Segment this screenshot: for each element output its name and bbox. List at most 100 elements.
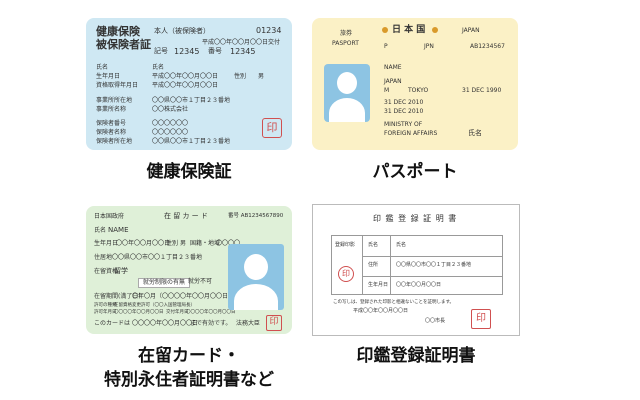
passport-country-en: JAPAN [462,27,480,34]
health-office-addr-value: 〇〇県〇〇市１丁目２３番地 [152,97,231,104]
health-kigo: 12345 [174,47,200,56]
health-insurer-no-label: 保険者番号 [96,120,127,127]
seal-cert-col-divider-2 [390,236,391,294]
passport-dot-left [382,27,388,33]
passport-dob: 31 DEC 1990 [462,87,502,94]
residence-card: 日本国政府 在 留 カ ー ド 番号 AB1234567890 氏名 NAME … [86,206,292,334]
residence-validity-label: このカードは [94,320,131,327]
passport-birthplace: TOKYO [408,87,429,94]
residence-caption-line1: 在留カード・ [138,346,240,366]
residence-addr-label: 住居地 [94,254,113,261]
health-issued: 平成〇〇年〇〇月〇〇日交付 [202,39,281,46]
seal-cert-caption: 印鑑登録証明書 [356,346,476,366]
health-insurer-no-value: 〇〇〇〇〇〇 [152,120,189,127]
residence-issue-date-value: 〇〇〇〇年〇〇月〇〇日 [186,310,236,315]
passport-signature: 氏名 [468,129,482,137]
health-bango: 12345 [230,47,256,56]
passport-type-label: 旅券 [340,30,353,37]
residence-permit-date-value: 〇〇〇〇年〇〇月〇〇日 [114,310,164,315]
health-insurer-addr-label: 保険者所在地 [96,138,133,145]
residence-dob-value: 〇〇年〇〇月〇〇日 [116,240,171,247]
residence-work-value: 就労不可 [188,278,213,285]
seal-cert-table: 登録印影 氏名 氏名 住所 〇〇県〇〇市〇〇１丁目２３番地 生年月日 〇〇年〇〇… [331,235,503,295]
health-office-name-value: 〇〇株式会社 [152,106,189,113]
health-qual-value: 平成〇〇年〇〇月〇〇日 [152,82,219,89]
seal-cert-row3-col3: 〇〇年〇〇月〇〇日 [396,282,442,288]
residence-photo-body [234,284,278,310]
passport-authority-1: MINISTRY OF [384,121,423,128]
passport-type-en: PASPORT [332,40,359,47]
health-dob-label: 生年月日 [96,73,121,80]
health-sex-label: 性別 [234,73,247,80]
seal-cert-title: 印 鑑 登 録 証 明 書 [373,214,458,223]
residence-dob-label: 生年月日 [94,240,119,247]
residence-sex-label: 性別 [166,240,179,247]
seal-cert-row1-col1: 登録印影 [335,242,356,248]
health-dob-value: 平成〇〇年〇〇月〇〇日 [152,73,219,80]
residence-addr-value: 〇〇県〇〇市〇〇１丁目２３番地 [112,254,203,261]
residence-sex-value: 男 [180,240,187,247]
passport-p-code: P [384,43,388,50]
residence-period-value: 〇年〇月（〇〇〇〇年〇〇月〇〇日） [132,293,235,300]
residence-photo [228,244,284,310]
seal-cert-note: この写しは、登録された印影と相違ないことを証明します。 [333,300,455,305]
seal-cert-row-divider-1 [362,256,502,257]
health-caption: 健康保険証 [146,162,232,182]
health-title-line2: 被保険者証 [96,38,151,51]
seal-cert-col-divider-1 [362,236,363,294]
health-sex-value: 男 [258,73,265,80]
seal-cert-mayor-seal: 印 [471,309,491,329]
residence-minister: 法務大臣 [236,320,261,327]
residence-photo-head [244,254,268,280]
passport-authority-2: FOREIGN AFFAIRS [384,130,438,137]
health-name-value: 氏名 [152,64,165,71]
residence-validity-value: 〇〇〇〇年〇〇月〇〇日 [132,320,199,327]
passport-photo-body [329,98,365,122]
residence-permit-value: 在留資格変更許可（〇〇入国管理局長） [114,303,195,308]
seal-cert-date: 平成〇〇年〇〇月〇〇日 [353,308,409,314]
seal-cert-registered-seal: 印 [338,266,354,282]
health-name-label: 氏名 [96,64,109,71]
health-qual-label: 資格取得年月日 [96,82,139,89]
passport-card: 旅券 PASPORT 日 本 国 JAPAN P JPN AB1234567 N… [312,18,518,150]
passport-sex: M [384,87,390,94]
seal-cert-mayor: 〇〇市長 [425,318,446,324]
residence-seal: 印 [266,315,282,331]
seal-cert-row3-col2: 生年月日 [368,282,389,288]
health-honin: 本人（被保険者） [154,27,210,35]
residence-name-value: NAME [108,226,129,234]
health-insurer-name-value: 〇〇〇〇〇〇 [152,129,189,136]
residence-status-value: 留学 [114,267,128,275]
passport-jpn: JPN [424,43,434,50]
passport-caption: パスポート [372,162,458,182]
seal-cert-row1-col2: 氏名 [368,242,379,248]
health-office-name-label: 事業所名称 [96,106,127,113]
seal-cert-row2-col3: 〇〇県〇〇市〇〇１丁目２３番地 [396,262,472,268]
passport-photo [324,64,370,122]
health-bango-label: 番号 [208,47,222,55]
residence-name-label: 氏名 [94,227,107,234]
health-number: 01234 [256,26,282,35]
residence-header-left: 日本国政府 [94,213,125,220]
passport-number: AB1234567 [470,43,505,50]
seal-cert-row-divider-2 [362,276,502,277]
seal-cert-row1-col3: 氏名 [396,242,407,248]
health-seal: 印 [262,118,282,138]
seal-certificate: 印 鑑 登 録 証 明 書 登録印影 氏名 氏名 住所 〇〇県〇〇市〇〇１丁目２… [312,204,520,336]
health-insurer-addr-value: 〇〇県〇〇市１丁目２３番地 [152,138,231,145]
health-kigo-label: 記号 [154,47,168,55]
passport-dot-right [432,27,438,33]
passport-expiry: 31 DEC 2010 [384,108,424,115]
residence-header-right: 番号 AB1234567890 [228,213,284,219]
residence-work-label: 就労制限の有無 [138,278,191,288]
health-insurer-name-label: 保険者名称 [96,129,127,136]
residence-header-center: 在 留 カ ー ド [164,212,208,220]
passport-nationality: JAPAN [384,78,402,85]
health-title-line1: 健康保険 [96,25,140,38]
seal-cert-row2-col2: 住所 [368,262,379,268]
passport-photo-head [337,72,357,94]
passport-issue: 31 DEC 2010 [384,99,424,106]
passport-country-jp: 日 本 国 [392,25,426,35]
passport-name: NAME [384,64,402,71]
residence-caption-line2: 特別永住者証明書など [104,370,274,390]
